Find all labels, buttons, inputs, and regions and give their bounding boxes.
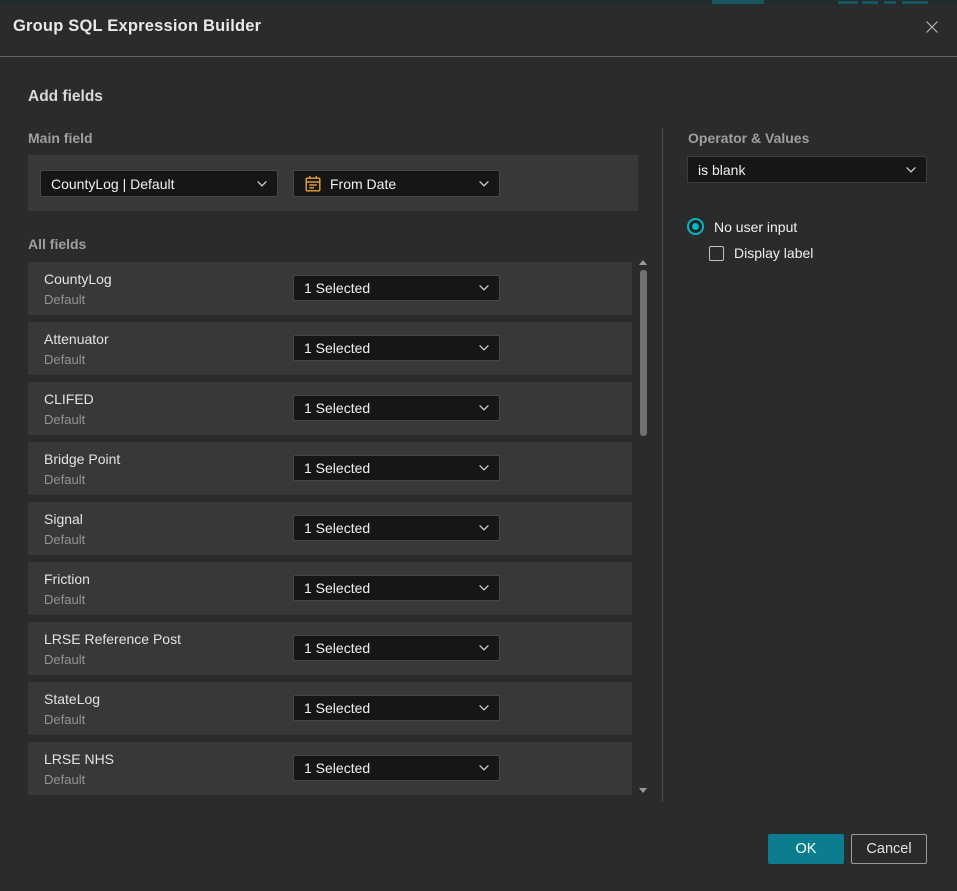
chevron-down-icon [479,181,489,187]
group-sql-expression-builder-dialog: Group SQL Expression Builder Add fields … [0,0,957,891]
no-user-input-label: No user input [714,219,797,235]
operator-values-heading: Operator & Values [688,130,809,146]
background-fragment [838,1,858,4]
field-subtitle: Default [44,292,85,307]
field-selection-dropdown[interactable]: 1 Selected [293,575,500,601]
field-name: StateLog [44,691,100,707]
field-select-dropdown[interactable]: From Date [293,170,500,197]
close-icon [924,19,940,40]
selection-value: 1 Selected [304,640,370,656]
close-button[interactable] [917,14,947,44]
operator-select-value: is blank [698,162,745,178]
selection-value: 1 Selected [304,580,370,596]
field-selection-dropdown[interactable]: 1 Selected [293,755,500,781]
chevron-down-icon [479,645,489,651]
field-subtitle: Default [44,772,85,787]
selection-value: 1 Selected [304,760,370,776]
chevron-down-icon [479,705,489,711]
chevron-down-icon [906,167,916,173]
field-subtitle: Default [44,592,85,607]
field-selection-dropdown[interactable]: 1 Selected [293,275,500,301]
field-selection-dropdown[interactable]: 1 Selected [293,635,500,661]
display-label-label: Display label [734,245,813,261]
field-name: LRSE NHS [44,751,114,767]
background-fragment [712,0,764,4]
selection-value: 1 Selected [304,340,370,356]
ok-button[interactable]: OK [768,834,844,864]
background-fragment [902,1,928,4]
field-selection-dropdown[interactable]: 1 Selected [293,515,500,541]
field-select-value: From Date [330,176,396,192]
selection-value: 1 Selected [304,400,370,416]
chevron-down-icon [479,465,489,471]
panel-divider [662,128,663,802]
display-label-checkbox[interactable]: Display label [709,245,813,261]
background-fragment [862,1,878,4]
field-row: StateLog Default 1 Selected [28,682,632,735]
checkbox-unchecked-icon [709,246,724,261]
chevron-down-icon [257,181,267,187]
radio-selected-icon [687,218,704,235]
field-selection-dropdown[interactable]: 1 Selected [293,335,500,361]
field-row: Friction Default 1 Selected [28,562,632,615]
field-row: CountyLog Default 1 Selected [28,262,632,315]
selection-value: 1 Selected [304,460,370,476]
field-row: LRSE Reference Post Default 1 Selected [28,622,632,675]
no-user-input-radio[interactable]: No user input [687,218,797,235]
selection-value: 1 Selected [304,280,370,296]
field-subtitle: Default [44,712,85,727]
field-name: Bridge Point [44,451,120,467]
chevron-down-icon [479,285,489,291]
field-name: Signal [44,511,83,527]
field-subtitle: Default [44,472,85,487]
chevron-down-icon [479,405,489,411]
field-subtitle: Default [44,352,85,367]
main-field-label: Main field [28,130,93,146]
field-subtitle: Default [44,532,85,547]
layer-select-value: CountyLog | Default [51,176,175,192]
scrollbar-up-arrow[interactable] [639,260,647,265]
field-subtitle: Default [44,652,85,667]
chevron-down-icon [479,525,489,531]
field-name: LRSE Reference Post [44,631,181,647]
field-name: Friction [44,571,90,587]
field-row: Attenuator Default 1 Selected [28,322,632,375]
chevron-down-icon [479,765,489,771]
all-fields-list: CountyLog Default 1 Selected Attenuator … [28,262,632,802]
layer-select-dropdown[interactable]: CountyLog | Default [40,170,278,197]
field-subtitle: Default [44,412,85,427]
field-row: LRSE NHS Default 1 Selected [28,742,632,795]
field-selection-dropdown[interactable]: 1 Selected [293,455,500,481]
field-row: Bridge Point Default 1 Selected [28,442,632,495]
selection-value: 1 Selected [304,520,370,536]
field-row: CLIFED Default 1 Selected [28,382,632,435]
operator-select-dropdown[interactable]: is blank [687,156,927,183]
field-name: Attenuator [44,331,109,347]
field-name: CountyLog [44,271,112,287]
calendar-date-icon [304,175,322,193]
scrollbar-thumb[interactable] [640,270,647,436]
title-divider [0,56,957,57]
selection-value: 1 Selected [304,700,370,716]
background-fragment [884,1,896,4]
field-selection-dropdown[interactable]: 1 Selected [293,395,500,421]
chevron-down-icon [479,345,489,351]
add-fields-heading: Add fields [28,88,103,106]
chevron-down-icon [479,585,489,591]
cancel-button[interactable]: Cancel [851,834,927,864]
field-row: Signal Default 1 Selected [28,502,632,555]
field-selection-dropdown[interactable]: 1 Selected [293,695,500,721]
field-name: CLIFED [44,391,94,407]
all-fields-label: All fields [28,236,86,252]
dialog-title: Group SQL Expression Builder [13,17,261,36]
scrollbar-down-arrow[interactable] [639,788,647,793]
